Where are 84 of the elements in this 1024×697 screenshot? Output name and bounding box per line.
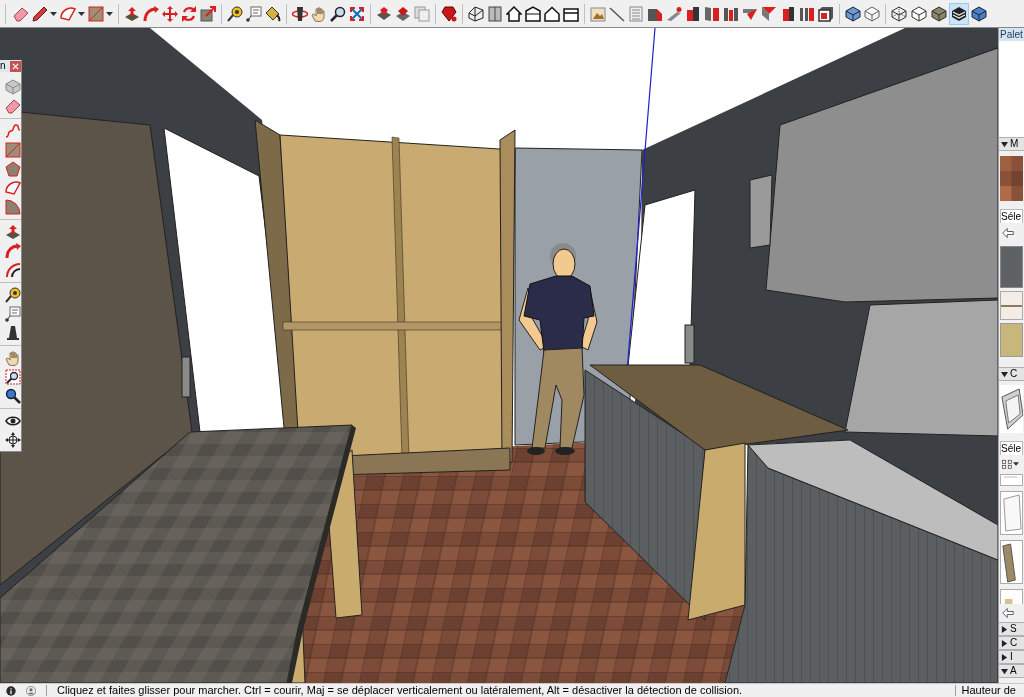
caret-icon[interactable] xyxy=(1013,462,1019,466)
material-swatch[interactable] xyxy=(1000,323,1023,357)
section-header[interactable]: A xyxy=(999,664,1024,678)
zoom-icon[interactable] xyxy=(5,388,21,404)
disclosure-icon[interactable] xyxy=(1001,625,1008,633)
block-icon[interactable] xyxy=(684,5,701,22)
move-arrows-icon[interactable] xyxy=(161,5,178,22)
disclosure-icon[interactable] xyxy=(1001,653,1008,661)
zoom-icon[interactable] xyxy=(329,5,346,22)
tape-measure-icon[interactable] xyxy=(5,287,21,303)
home-icon[interactable] xyxy=(543,5,560,22)
tray-title: Palet xyxy=(999,28,1024,41)
orbit-icon[interactable] xyxy=(291,5,308,22)
cone-icon[interactable] xyxy=(5,325,21,341)
scale-icon[interactable] xyxy=(199,5,216,22)
caret-icon[interactable] xyxy=(50,11,57,16)
disclosure-icon[interactable] xyxy=(1001,140,1008,148)
arc-icon[interactable] xyxy=(5,180,21,196)
status-hint: Cliquez et faites glisser pour marcher. Ctrl = courir, Maj = se déplacer verticalement ou latéralement, Alt = désactiver la détection de collision. xyxy=(57,684,743,697)
gem-icon[interactable] xyxy=(440,5,457,22)
arrow-up-box-icon[interactable] xyxy=(123,5,140,22)
block-icon[interactable] xyxy=(798,5,815,22)
component-thumbnail[interactable] xyxy=(1000,589,1023,604)
polygon-icon[interactable] xyxy=(5,161,21,177)
arc-icon[interactable] xyxy=(59,5,76,22)
text-callout-icon[interactable] xyxy=(245,5,262,22)
material-preview xyxy=(1000,156,1023,201)
house-icon[interactable] xyxy=(524,5,541,22)
paint-bucket-icon[interactable] xyxy=(264,5,281,22)
pencil-icon[interactable] xyxy=(31,5,48,22)
disclosure-icon[interactable] xyxy=(1001,667,1008,675)
section-header[interactable]: C xyxy=(999,367,1024,381)
zoom-window-icon[interactable] xyxy=(5,369,21,385)
component-thumbnail[interactable] xyxy=(1000,540,1023,584)
section-header[interactable]: S xyxy=(999,622,1024,636)
squiggle-icon[interactable] xyxy=(5,123,21,139)
panel-icon[interactable] xyxy=(486,5,503,22)
rectangle-icon[interactable] xyxy=(87,5,104,22)
eraser-icon[interactable] xyxy=(12,5,29,22)
material-swatch[interactable] xyxy=(1000,291,1023,320)
section-header[interactable]: I xyxy=(999,650,1024,664)
swoosh-arrow-icon[interactable] xyxy=(5,243,21,259)
crosshair-arrows-icon[interactable] xyxy=(5,432,21,448)
gem-box-icon[interactable] xyxy=(394,5,411,22)
box-icon[interactable] xyxy=(562,5,579,22)
disclosure-icon[interactable] xyxy=(1001,370,1008,378)
cube-icon[interactable] xyxy=(844,5,861,22)
tab[interactable]: Séle xyxy=(1000,441,1023,455)
viewport[interactable] xyxy=(0,28,998,683)
caret-icon[interactable] xyxy=(106,11,113,16)
block-icon[interactable] xyxy=(722,5,739,22)
offset-arcs-icon[interactable] xyxy=(5,262,21,278)
section-header[interactable]: M xyxy=(999,137,1024,151)
palette-title: n xyxy=(0,60,6,72)
measurement-label: Hauteur de xyxy=(961,684,1017,697)
section-header[interactable]: C xyxy=(999,636,1024,650)
component-thumbnail[interactable] xyxy=(1000,474,1023,486)
tape-measure-icon[interactable] xyxy=(226,5,243,22)
text-callout-icon[interactable] xyxy=(5,306,21,322)
block-icon[interactable] xyxy=(817,5,834,22)
wall-plate xyxy=(684,324,695,364)
info-icon[interactable] xyxy=(6,685,16,696)
back-arrow-icon[interactable] xyxy=(1002,227,1014,239)
component-thumbnail[interactable] xyxy=(1000,491,1023,535)
zoom-extents-icon[interactable] xyxy=(348,5,365,22)
home-icon[interactable] xyxy=(505,5,522,22)
gem-box-icon[interactable] xyxy=(375,5,392,22)
pie-icon[interactable] xyxy=(5,199,21,215)
rotate-icon[interactable] xyxy=(180,5,197,22)
back-arrow-icon[interactable] xyxy=(1002,607,1014,619)
disclosure-icon[interactable] xyxy=(1001,639,1008,647)
material-swatch[interactable] xyxy=(1000,246,1023,288)
arrow-up-box-icon[interactable] xyxy=(5,224,21,240)
eraser-icon[interactable] xyxy=(5,98,21,114)
grid-view-icon[interactable] xyxy=(1002,459,1012,469)
wall-plate xyxy=(181,356,191,398)
person-icon[interactable] xyxy=(26,685,36,696)
swoosh-arrow-icon[interactable] xyxy=(142,5,159,22)
house-icon[interactable] xyxy=(467,5,484,22)
line-icon[interactable] xyxy=(608,5,625,22)
block-icon[interactable] xyxy=(703,5,720,22)
tab[interactable]: Séle xyxy=(1000,209,1023,223)
picture-icon[interactable] xyxy=(589,5,606,22)
caret-icon[interactable] xyxy=(78,11,85,16)
